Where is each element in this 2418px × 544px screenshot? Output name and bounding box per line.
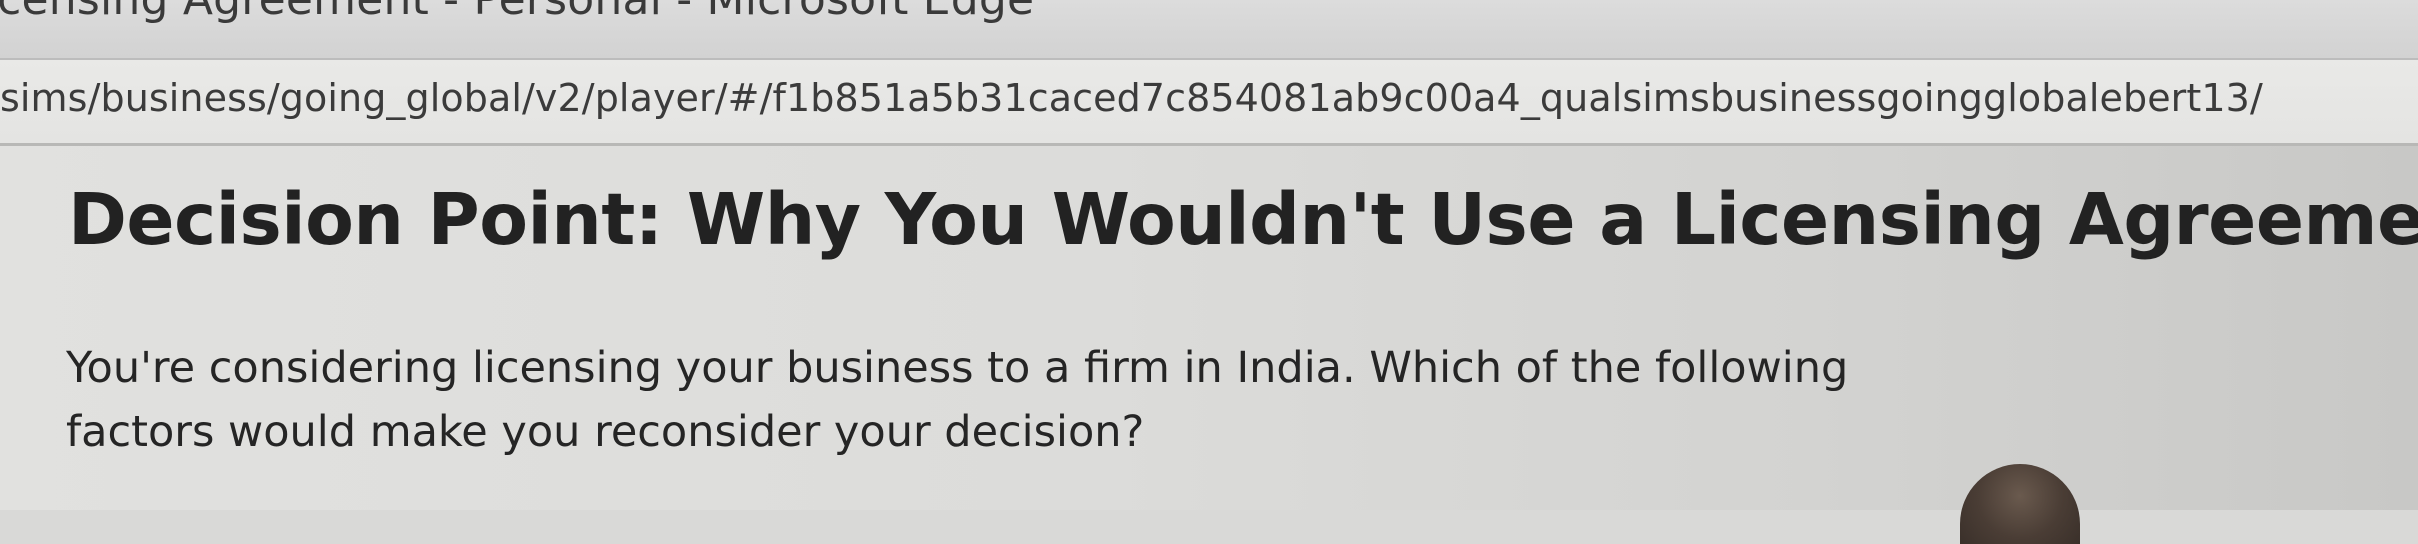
finger-occlusion — [1960, 464, 2080, 544]
address-bar[interactable]: sims/business/going_global/v2/player/#/f… — [0, 58, 2418, 146]
page-title: Decision Point: Why You Wouldn't Use a L… — [68, 178, 2418, 261]
window-title: Licensing Agreement - Personal - Microso… — [0, 0, 1034, 25]
question-text: You're considering licensing your busine… — [66, 343, 1849, 457]
url-text[interactable]: sims/business/going_global/v2/player/#/f… — [0, 76, 2263, 120]
page-content: Decision Point: Why You Wouldn't Use a L… — [0, 146, 2418, 544]
window-title-bar: Licensing Agreement - Personal - Microso… — [0, 0, 2418, 58]
